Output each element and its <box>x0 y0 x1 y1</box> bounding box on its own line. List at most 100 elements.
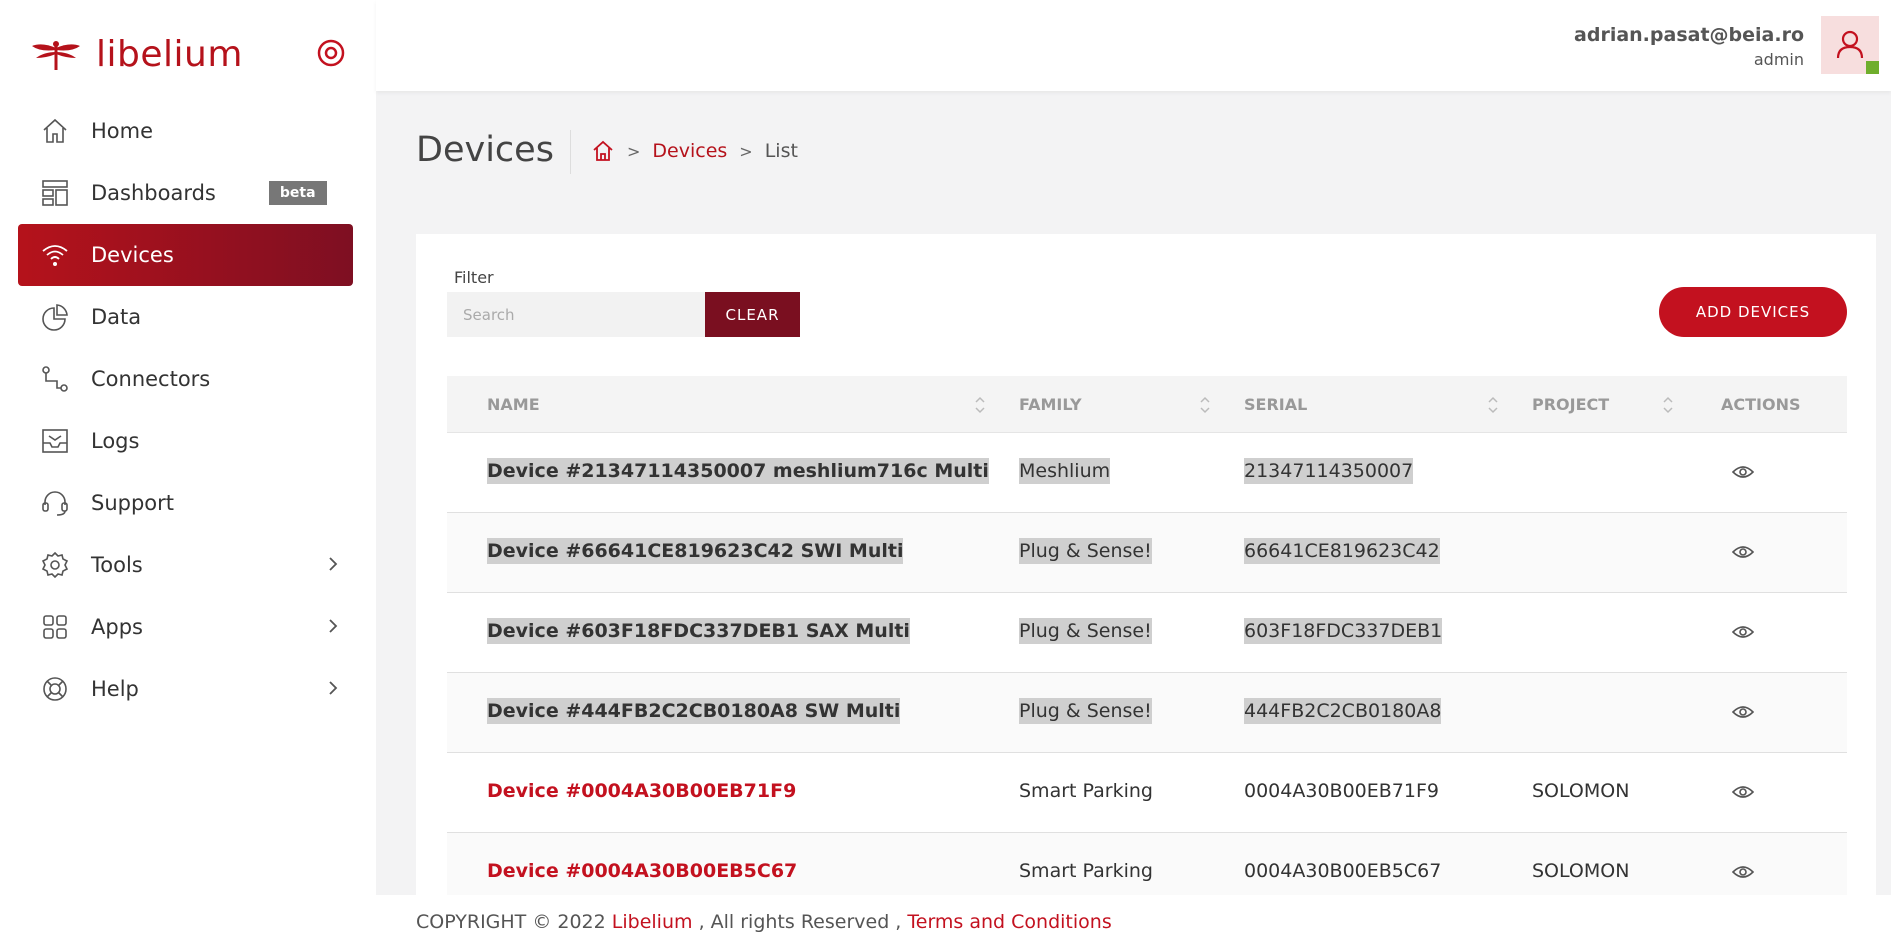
sort-icon[interactable] <box>974 394 986 416</box>
sidebar-item-apps[interactable]: Apps <box>18 596 353 658</box>
view-eye-icon[interactable] <box>1732 784 1754 800</box>
apps-icon <box>38 610 72 644</box>
device-family: Smart Parking <box>1019 780 1153 802</box>
top-bar: adrian.pasat@beia.ro admin <box>376 0 1891 91</box>
sidebar-item-label: Dashboards <box>91 181 216 205</box>
lifebuoy-icon <box>38 672 72 706</box>
copyright-text: COPYRIGHT © 2022 <box>416 911 606 933</box>
libelium-logo[interactable]: libelium <box>30 34 243 75</box>
device-serial: 444FB2C2CB0180A8 <box>1244 698 1442 724</box>
sidebar-item-logs[interactable]: Logs <box>18 410 353 472</box>
device-name-link[interactable]: Device #0004A30B00EB71F9 <box>487 780 796 802</box>
sidebar-item-help[interactable]: Help <box>18 658 353 720</box>
table-row[interactable]: Device #0004A30B00EB71F9 Smart Parking 000… <box>447 753 1847 833</box>
sidebar-item-label: Tools <box>91 553 143 577</box>
table-row[interactable]: Device #603F18FDC337DEB1 SAX Multi Plug &… <box>447 593 1847 673</box>
clear-button[interactable]: CLEAR <box>705 292 800 337</box>
device-project: SOLOMON <box>1532 780 1630 802</box>
device-serial: 66641CE819623C42 <box>1244 538 1440 564</box>
page-title: Devices <box>416 130 554 170</box>
user-email: adrian.pasat@beia.ro <box>1574 24 1804 46</box>
device-name-link[interactable]: Device #444FB2C2CB0180A8 SW Multi <box>487 698 901 724</box>
footer: COPYRIGHT © 2022 Libelium , All rights R… <box>376 895 1891 946</box>
online-status-indicator <box>1866 61 1879 74</box>
table-body: Device #21347114350007 meshlium716c Mult… <box>447 433 1847 913</box>
device-name-link[interactable]: Device #0004A30B00EB5C67 <box>487 860 797 882</box>
table-row[interactable]: Device #21347114350007 meshlium716c Mult… <box>447 433 1847 513</box>
device-name-link[interactable]: Device #66641CE819623C42 SWI Multi <box>487 538 904 564</box>
pie-chart-icon <box>38 300 72 334</box>
footer-text: COPYRIGHT © 2022 Libelium , All rights R… <box>416 911 1112 933</box>
column-header-name[interactable]: NAME <box>487 395 540 414</box>
title-divider <box>570 130 571 174</box>
sidebar-item-label: Devices <box>91 243 174 267</box>
device-serial: 21347114350007 <box>1244 458 1414 484</box>
view-eye-icon[interactable] <box>1732 864 1754 880</box>
device-family: Plug & Sense! <box>1019 618 1152 644</box>
sidebar-toggle-icon[interactable] <box>316 38 346 68</box>
sort-icon[interactable] <box>1487 394 1499 416</box>
rights-text: , All rights Reserved , <box>698 911 902 933</box>
sort-icon[interactable] <box>1199 394 1211 416</box>
view-eye-icon[interactable] <box>1732 704 1754 720</box>
breadcrumb: > Devices > List <box>591 139 798 163</box>
device-serial: 0004A30B00EB5C67 <box>1244 860 1442 882</box>
sidebar-item-devices[interactable]: Devices <box>18 224 353 286</box>
sidebar-item-connectors[interactable]: Connectors <box>18 348 353 410</box>
sidebar-item-label: Help <box>91 677 139 701</box>
column-header-project[interactable]: PROJECT <box>1532 395 1609 414</box>
sidebar-item-label: Apps <box>91 615 143 639</box>
sort-icon[interactable] <box>1662 394 1674 416</box>
breadcrumb-devices-link[interactable]: Devices <box>652 140 727 162</box>
devices-card: Filter CLEAR ADD DEVICES NAME FAMILY SER… <box>416 234 1876 946</box>
sidebar-item-tools[interactable]: Tools <box>18 534 353 596</box>
device-project: SOLOMON <box>1532 860 1630 882</box>
device-name-link[interactable]: Device #21347114350007 meshlium716c Mult… <box>487 458 989 484</box>
libelium-link[interactable]: Libelium <box>612 911 693 933</box>
headset-icon <box>38 486 72 520</box>
devices-table: NAME FAMILY SERIAL PROJECT ACTIONS Devic… <box>447 376 1847 913</box>
chevron-right-icon <box>329 557 338 571</box>
device-serial: 0004A30B00EB71F9 <box>1244 780 1439 802</box>
breadcrumb-chevron-icon: > <box>627 141 641 161</box>
column-header-family[interactable]: FAMILY <box>1019 395 1082 414</box>
home-icon[interactable] <box>591 139 615 163</box>
sidebar-item-label: Logs <box>91 429 140 453</box>
sidebar-item-label: Support <box>91 491 175 515</box>
user-role: admin <box>1753 50 1804 69</box>
add-devices-button[interactable]: ADD DEVICES <box>1659 287 1847 337</box>
column-header-actions: ACTIONS <box>1721 395 1801 414</box>
device-name-link[interactable]: Device #603F18FDC337DEB1 SAX Multi <box>487 618 910 644</box>
sidebar-item-label: Home <box>91 119 154 143</box>
search-input[interactable] <box>447 292 705 337</box>
column-header-serial[interactable]: SERIAL <box>1244 395 1307 414</box>
chevron-right-icon <box>329 681 338 695</box>
brand-name: libelium <box>96 34 243 75</box>
table-row[interactable]: Device #444FB2C2CB0180A8 SW Multi Plug & … <box>447 673 1847 753</box>
dashboard-icon <box>38 176 72 210</box>
view-eye-icon[interactable] <box>1732 544 1754 560</box>
breadcrumb-current: List <box>764 140 798 162</box>
table-header: NAME FAMILY SERIAL PROJECT ACTIONS <box>447 376 1847 433</box>
table-row[interactable]: Device #66641CE819623C42 SWI Multi Plug &… <box>447 513 1847 593</box>
device-family: Meshlium <box>1019 458 1111 484</box>
sidebar: libelium Home Dashboards beta Devices Da… <box>0 0 376 946</box>
device-serial: 603F18FDC337DEB1 <box>1244 618 1443 644</box>
gear-icon <box>38 548 72 582</box>
dragonfly-logo-icon <box>32 40 80 70</box>
device-family: Smart Parking <box>1019 860 1153 882</box>
sidebar-item-label: Connectors <box>91 367 211 391</box>
avatar[interactable] <box>1821 16 1879 74</box>
sidebar-item-data[interactable]: Data <box>18 286 353 348</box>
inbox-icon <box>38 424 72 458</box>
breadcrumb-chevron-icon: > <box>739 141 753 161</box>
sidebar-item-support[interactable]: Support <box>18 472 353 534</box>
sidebar-item-dashboards[interactable]: Dashboards beta <box>18 162 353 224</box>
sidebar-item-label: Data <box>91 305 142 329</box>
view-eye-icon[interactable] <box>1732 464 1754 480</box>
wifi-icon <box>38 238 72 272</box>
sidebar-item-home[interactable]: Home <box>18 100 353 162</box>
sidebar-nav: Home Dashboards beta Devices Data Connec… <box>18 100 353 720</box>
terms-link[interactable]: Terms and Conditions <box>907 911 1111 933</box>
view-eye-icon[interactable] <box>1732 624 1754 640</box>
